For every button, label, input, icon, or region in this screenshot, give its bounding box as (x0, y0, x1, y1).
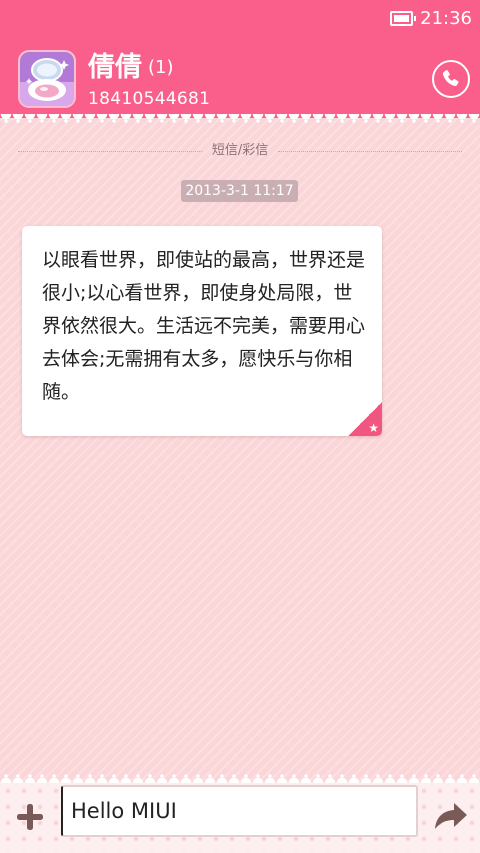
star-icon: ★ (368, 421, 379, 435)
attach-button[interactable] (13, 800, 47, 834)
contact-avatar[interactable] (20, 52, 74, 106)
divider-line-left (18, 150, 202, 152)
status-time: 21:36 (420, 7, 472, 29)
conversation-header: 21:36 倩倩 (1) 18410544681 (0, 0, 480, 118)
send-arrow-icon (435, 803, 467, 829)
message-text: 以眼看世界，即使站的最高，世界还是很小;以心看世界，即使身处局限，世界依然很大。… (42, 249, 366, 403)
message-timestamp: 2013-3-1 11:17 (181, 180, 298, 202)
channel-divider: 短信/彩信 (18, 140, 463, 162)
battery-icon (390, 10, 417, 26)
message-bubble[interactable]: 以眼看世界，即使站的最高，世界还是很小;以心看世界，即使身处局限，世界依然很大。… (22, 226, 382, 436)
compose-lace-border (0, 771, 480, 783)
divider-line-right (278, 150, 463, 152)
makeup-compact-icon (20, 52, 74, 106)
channel-label: 短信/彩信 (211, 143, 269, 158)
phone-icon (442, 70, 459, 87)
plus-icon (17, 804, 43, 830)
send-button[interactable] (432, 799, 470, 833)
message-input[interactable] (61, 785, 418, 837)
unread-count: (1) (148, 57, 174, 78)
starred-marker: ★ (348, 402, 382, 436)
contact-phone-number: 18410544681 (88, 89, 211, 109)
header-lace-border (0, 114, 480, 126)
status-bar: 21:36 (390, 6, 472, 30)
call-button[interactable] (432, 60, 470, 98)
contact-name: 倩倩 (88, 52, 142, 83)
